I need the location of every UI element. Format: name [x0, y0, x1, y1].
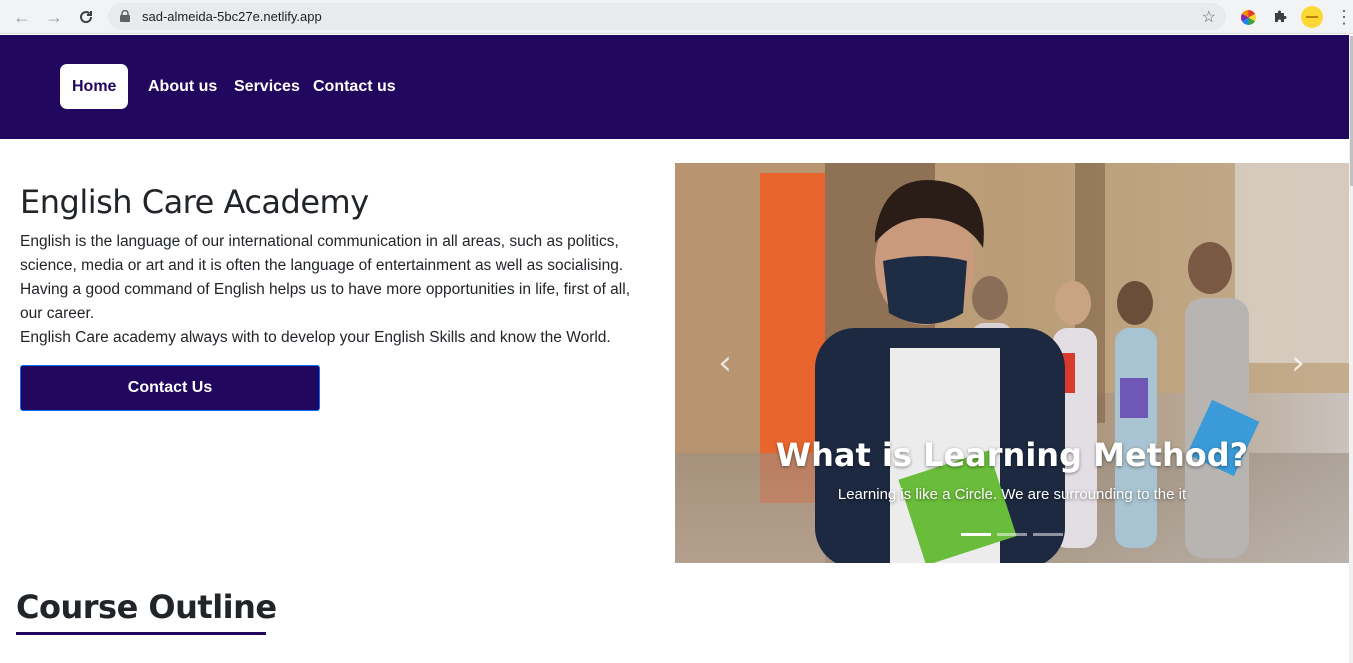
nav-home[interactable]: Home — [60, 64, 129, 109]
carousel-photo — [675, 163, 1349, 563]
carousel-indicator-1[interactable] — [961, 533, 991, 536]
carousel-next-icon[interactable]: › — [1283, 343, 1313, 383]
hero-title: English Care Academy — [20, 183, 369, 221]
forward-arrow-icon[interactable]: → — [42, 5, 66, 29]
browser-menu-icon[interactable]: ⋮ — [1332, 5, 1353, 29]
bookmark-star-icon[interactable]: ☆ — [1202, 7, 1216, 27]
browser-toolbar: ← → sad-almeida-5bc27e.netlify.app ☆ ⋮ — [0, 0, 1353, 34]
hero-paragraph-line: science, media or art and it is often th… — [20, 257, 624, 274]
carousel-caption-text: Learning is like a Circle. We are surrou… — [837, 486, 1187, 503]
back-arrow-icon[interactable]: ← — [10, 5, 34, 29]
hero-paragraph-line: English is the language of our internati… — [20, 233, 619, 250]
section-underline — [16, 632, 266, 635]
profile-avatar[interactable] — [1300, 5, 1324, 29]
hero-paragraph-line: Having a good command of English helps u… — [20, 281, 630, 298]
carousel-prev-icon[interactable]: ‹ — [710, 343, 740, 383]
extensions-puzzle-icon[interactable] — [1268, 5, 1292, 29]
nav-about-us[interactable]: About us — [148, 64, 217, 109]
course-outline-heading: Course Outline — [16, 588, 277, 626]
reload-icon[interactable] — [74, 5, 98, 29]
nav-services[interactable]: Services — [234, 64, 300, 109]
site-navbar: Home About us Services Contact us — [0, 35, 1349, 139]
lock-icon — [120, 10, 130, 22]
image-carousel: ‹ › What is Learning Method? Learning is… — [675, 163, 1349, 563]
carousel-indicator-2[interactable] — [997, 533, 1027, 536]
contact-us-button[interactable]: Contact Us — [20, 365, 320, 411]
url-text: sad-almeida-5bc27e.netlify.app — [142, 9, 322, 24]
hero-paragraph-line: our career. — [20, 305, 95, 322]
hero-paragraph-line: English Care academy always with to deve… — [20, 329, 611, 346]
color-picker-extension-icon[interactable] — [1236, 5, 1260, 29]
nav-contact-us[interactable]: Contact us — [313, 64, 396, 109]
carousel-caption-title: What is Learning Method? — [775, 436, 1249, 474]
hero-paragraph: English is the language of our internati… — [20, 230, 660, 350]
address-bar[interactable]: sad-almeida-5bc27e.netlify.app ☆ — [108, 3, 1226, 30]
carousel-indicator-3[interactable] — [1033, 533, 1063, 536]
